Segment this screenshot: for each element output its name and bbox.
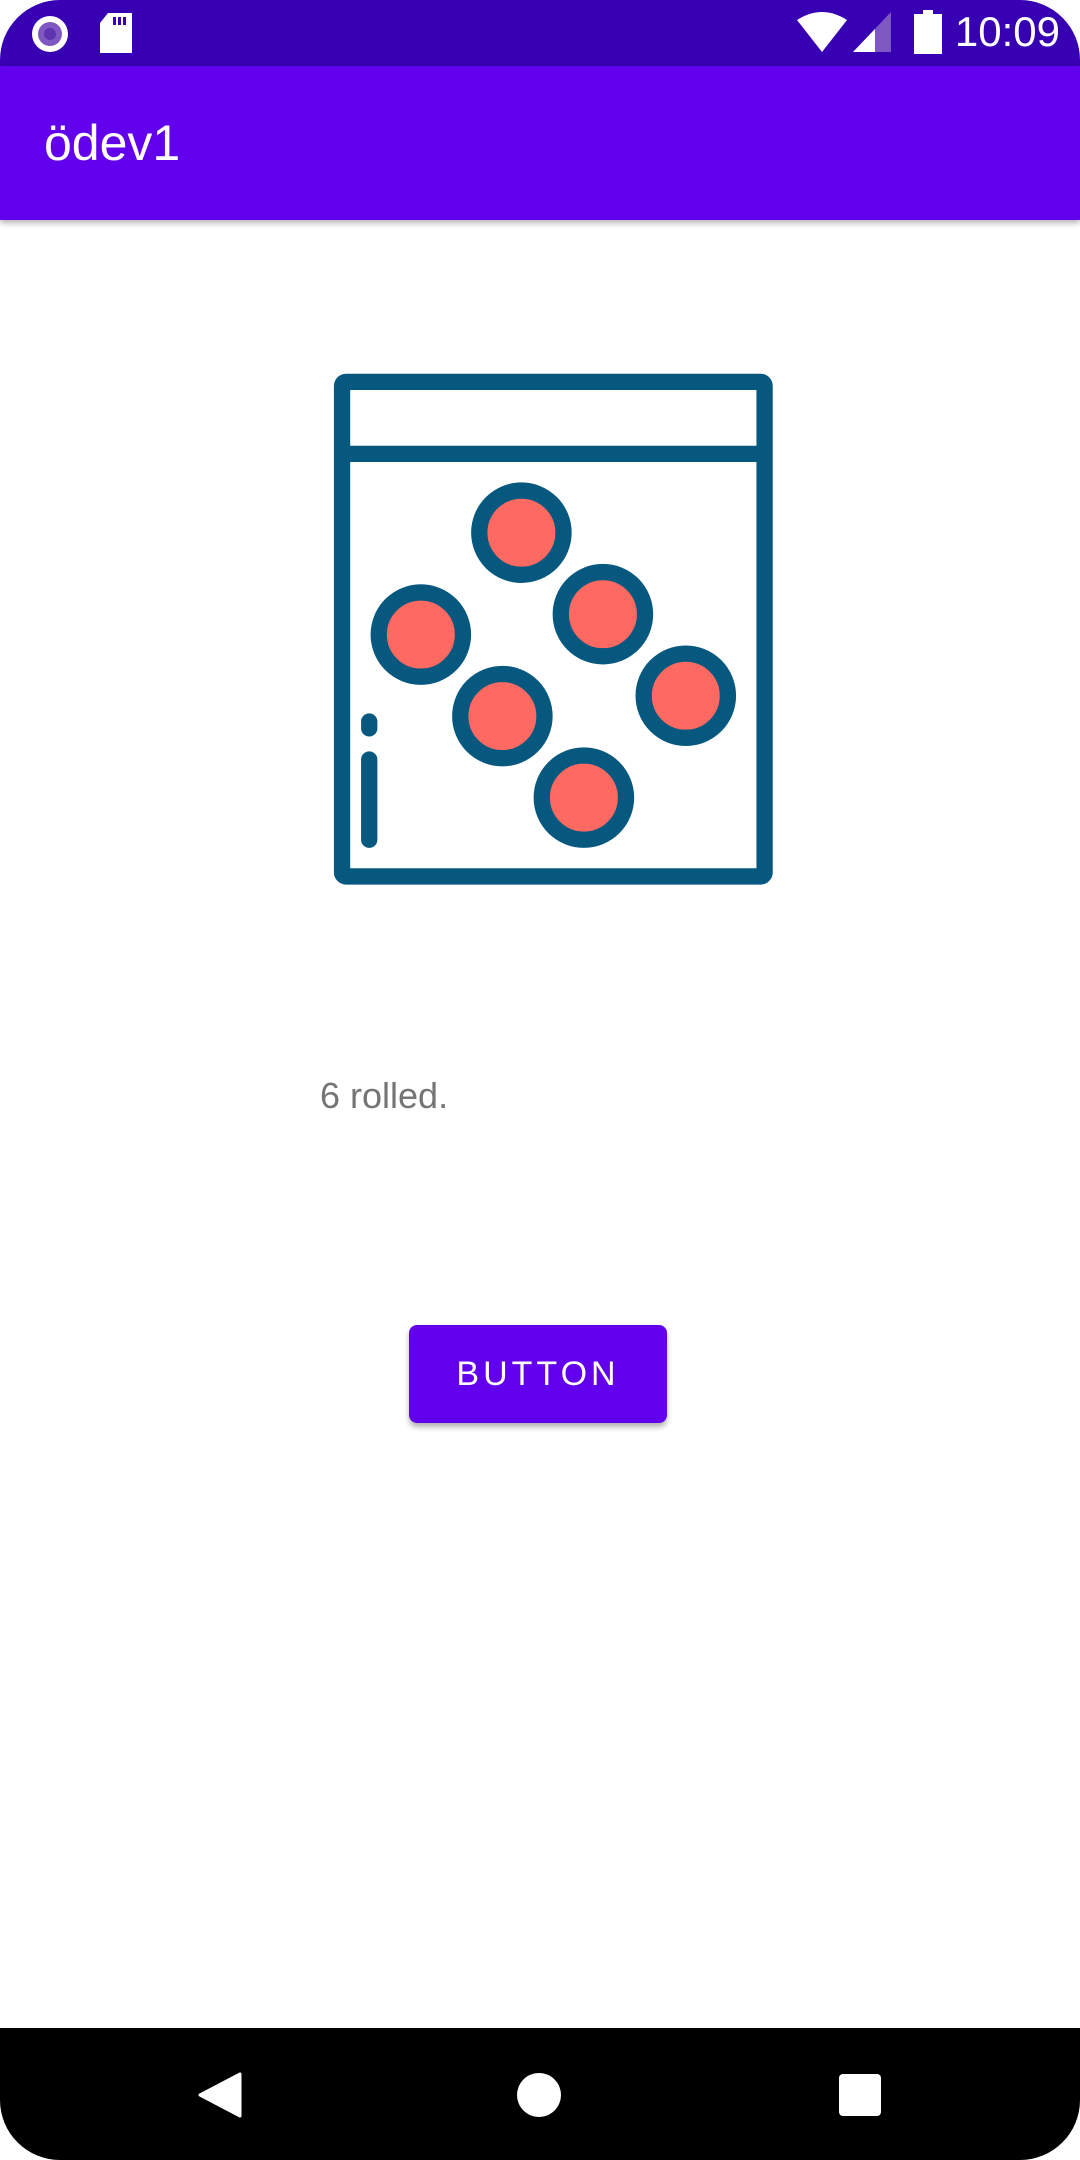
dice-bag-icon bbox=[333, 373, 773, 885]
status-bar: 10:09 bbox=[0, 0, 1080, 66]
sd-card-icon bbox=[100, 13, 132, 53]
navigation-bar bbox=[0, 2028, 1080, 2160]
dot bbox=[471, 482, 572, 583]
signal-icon bbox=[853, 12, 891, 52]
dot bbox=[552, 563, 654, 665]
dot bbox=[370, 584, 472, 685]
battery-icon bbox=[914, 10, 942, 54]
dot bbox=[533, 747, 635, 848]
result-text: 6 rolled. bbox=[320, 1075, 449, 1116]
dot bbox=[635, 645, 737, 746]
back-icon[interactable] bbox=[198, 2072, 242, 2118]
dot bbox=[452, 665, 553, 767]
app-title: ödev1 bbox=[44, 115, 181, 171]
clock: 10:09 bbox=[954, 8, 1060, 55]
app-bar: ödev1 bbox=[0, 66, 1080, 220]
roll-button[interactable]: BUTTON bbox=[409, 1325, 667, 1423]
recents-icon[interactable] bbox=[838, 2073, 882, 2117]
notification-icon bbox=[32, 16, 68, 52]
wifi-icon bbox=[797, 12, 847, 52]
home-icon[interactable] bbox=[516, 2072, 562, 2118]
